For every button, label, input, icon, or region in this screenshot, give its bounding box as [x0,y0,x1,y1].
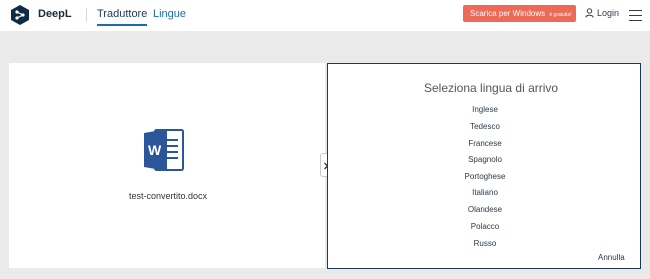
language-option-russo[interactable]: Russo [328,239,642,248]
download-windows-button[interactable]: Scarica per Windows è gratuita! [463,5,576,22]
source-filename: test-convertito.docx [129,191,208,201]
language-option-tedesco[interactable]: Tedesco [328,122,642,131]
deepl-logo-icon[interactable] [9,4,31,26]
download-button-label: Scarica per Windows [470,9,546,18]
target-language-title: Seleziona lingua di arrivo [424,81,559,95]
language-option-inglese[interactable]: Inglese [328,105,642,114]
login-label: Login [597,8,620,18]
tab-traduttore[interactable]: Traduttore [97,8,148,26]
language-option-francese[interactable]: Francese [328,139,642,148]
top-navigation-bar: DeepL Traduttore Lingue Scarica per Wind… [0,0,650,31]
language-option-olandese[interactable]: Olandese [328,205,642,214]
hamburger-menu-icon[interactable] [629,10,642,21]
free-badge: è gratuita! [549,12,572,18]
language-option-polacco[interactable]: Polacco [328,222,642,231]
svg-text:W: W [148,142,162,158]
language-option-italiano[interactable]: Italiano [328,188,642,197]
target-language-panel: Seleziona lingua di arrivo Inglese Tedes… [327,63,641,269]
cancel-button[interactable]: Annulla [598,253,625,262]
user-icon [585,8,594,18]
brand-name: DeepL [38,8,72,20]
language-option-spagnolo[interactable]: Spagnolo [328,155,642,164]
word-document-icon: W [144,129,184,171]
nav-divider [86,8,87,22]
language-option-portoghese[interactable]: Portoghese [328,172,642,181]
tab-lingue[interactable]: Lingue [153,8,186,20]
